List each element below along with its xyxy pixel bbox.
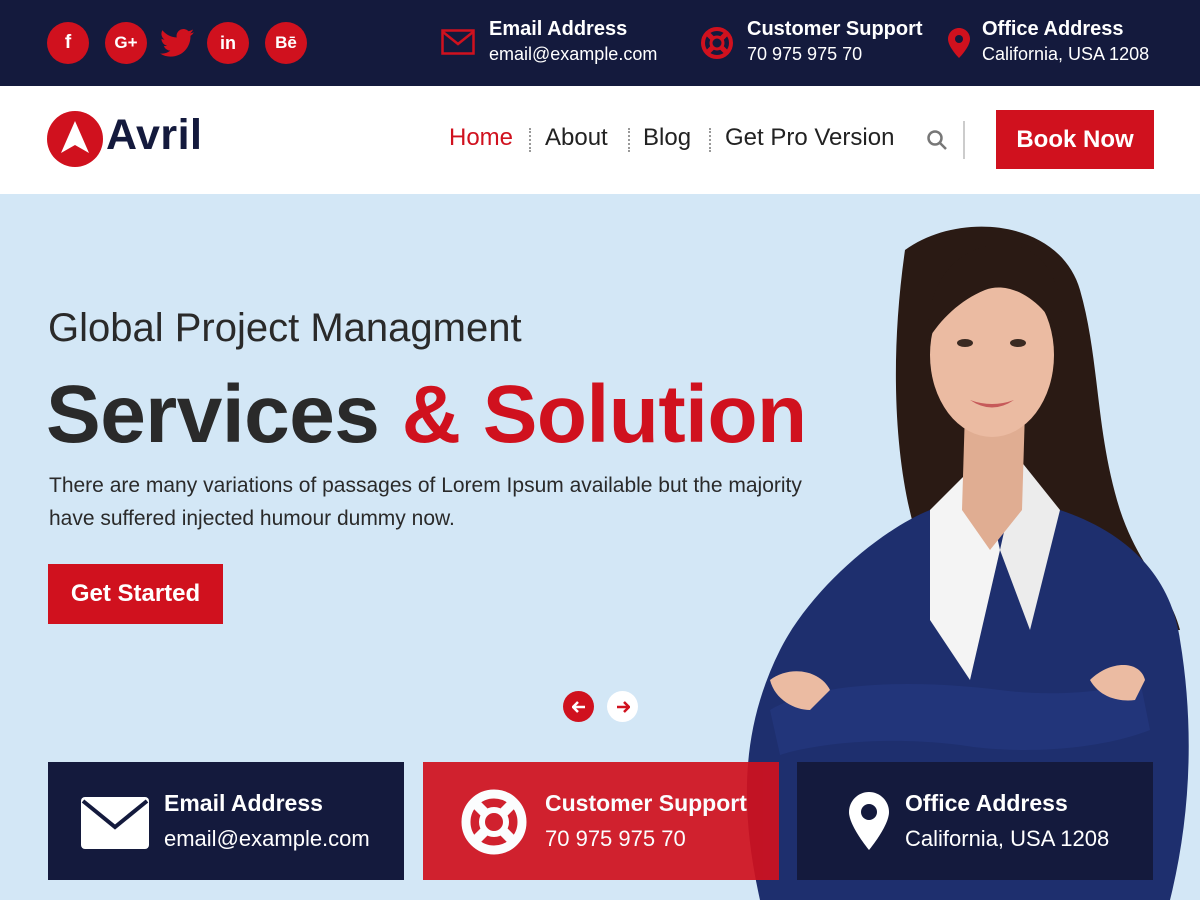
card-office-value: California, USA 1208 [905, 826, 1110, 851]
topbar-support-title: Customer Support [747, 18, 923, 40]
map-pin-icon [849, 792, 889, 855]
logo-mark-icon[interactable] [47, 111, 103, 167]
google-plus-glyph: G+ [114, 33, 138, 52]
search-icon[interactable] [926, 129, 948, 151]
top-bar: f G+ in Bē Email Address email@example.c… [0, 0, 1200, 86]
facebook-glyph: f [64, 32, 72, 53]
nav-home[interactable]: Home [449, 124, 513, 152]
card-email-value[interactable]: email@example.com [164, 826, 370, 852]
card-support-title: Customer Support [545, 790, 747, 816]
topbar-office-title: Office Address [982, 18, 1124, 40]
topbar-email-title: Email Address [489, 18, 628, 40]
envelope-icon [441, 29, 475, 60]
twitter-icon[interactable] [156, 22, 198, 64]
card-office-title: Office Address [905, 790, 1068, 816]
lifebuoy-icon [460, 788, 528, 861]
hero-headline: Services & Solution [46, 368, 807, 462]
envelope-icon [81, 797, 149, 854]
header-divider [963, 121, 965, 159]
facebook-icon[interactable]: f [47, 22, 89, 64]
behance-icon[interactable]: Bē [265, 22, 307, 64]
info-card-support: Customer Support 70 975 975 70 [423, 762, 779, 880]
book-now-button[interactable]: Book Now [996, 110, 1154, 169]
behance-glyph: Bē [275, 33, 297, 52]
nav-blog[interactable]: Blog [643, 124, 691, 152]
hero-subtitle: Global Project Managment [48, 306, 522, 350]
card-email-title: Email Address [164, 790, 323, 816]
lifebuoy-icon [700, 26, 734, 65]
info-card-email: Email Address email@example.com [48, 762, 404, 880]
nav-get-pro[interactable]: Get Pro Version [725, 124, 894, 152]
info-card-office: Office Address California, USA 1208 [797, 762, 1153, 880]
topbar-office-value: California, USA 1208 [982, 44, 1150, 64]
slider-next-button[interactable] [607, 691, 638, 722]
topbar-support-value[interactable]: 70 975 975 70 [747, 44, 862, 65]
nav-divider [709, 128, 711, 152]
nav-divider [628, 128, 630, 152]
nav-divider [529, 128, 531, 152]
slider-prev-button[interactable] [563, 691, 594, 722]
linkedin-glyph: in [220, 32, 236, 53]
nav-about[interactable]: About [545, 124, 608, 152]
get-started-button[interactable]: Get Started [48, 564, 223, 624]
map-pin-icon [948, 28, 970, 63]
topbar-email-value[interactable]: email@example.com [489, 44, 657, 65]
brand-name[interactable]: Avril [106, 111, 203, 160]
card-support-value[interactable]: 70 975 975 70 [545, 826, 686, 852]
hero-headline-dark: Services [46, 369, 380, 460]
linkedin-icon[interactable]: in [207, 22, 249, 64]
google-plus-icon[interactable]: G+ [105, 22, 147, 64]
